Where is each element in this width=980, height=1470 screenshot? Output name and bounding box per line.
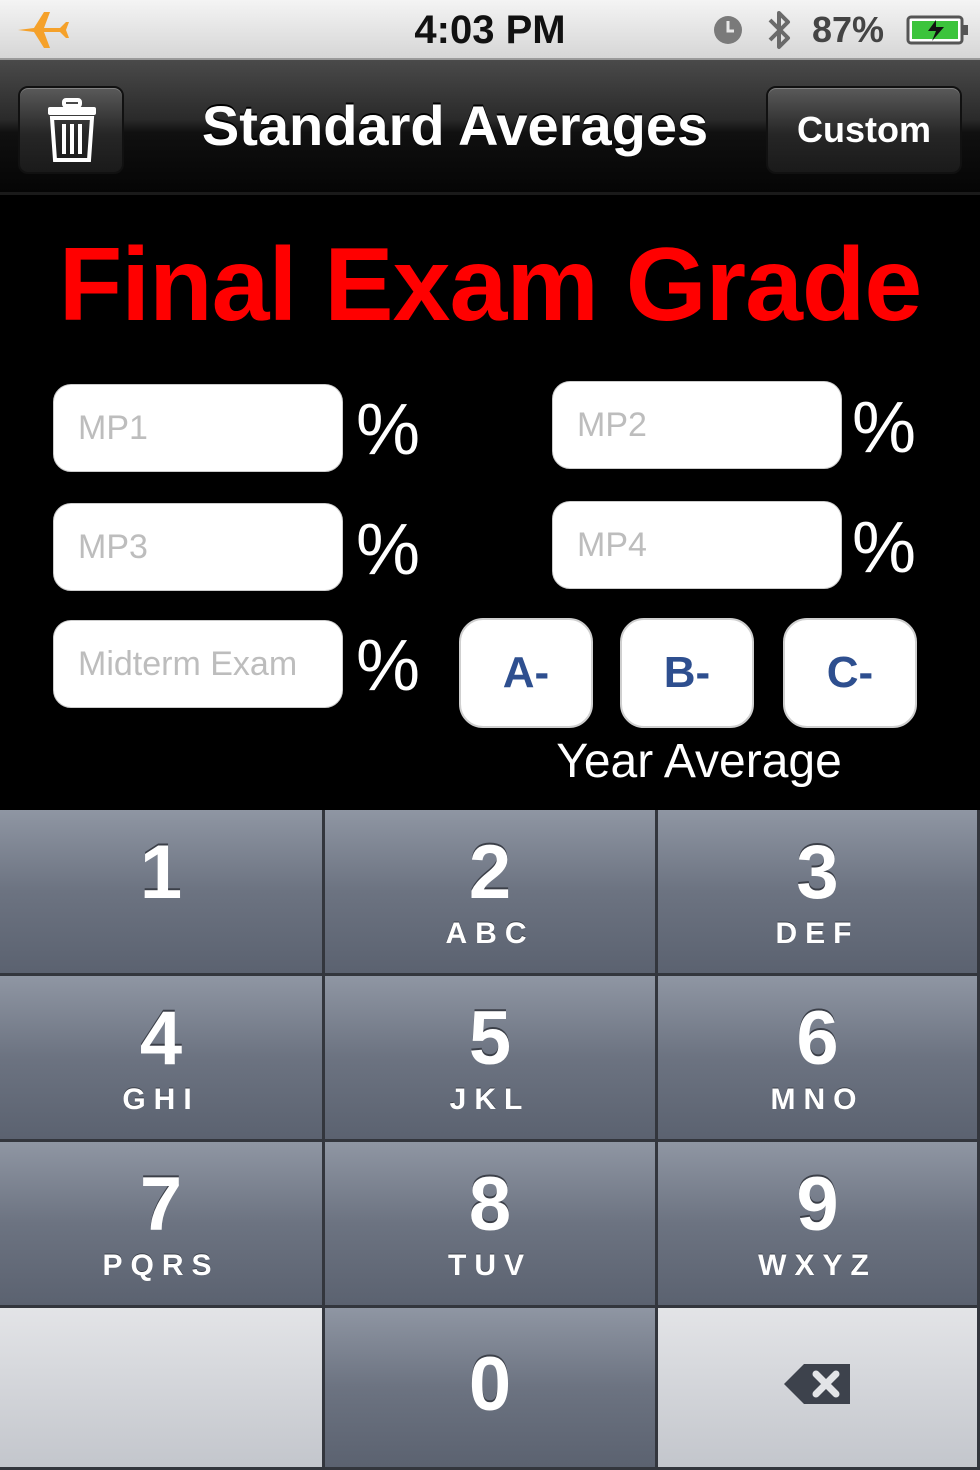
mp3-percent: % [356,510,421,590]
mp4-percent: % [852,508,917,588]
page-title: Final Exam Grade [58,227,923,343]
delete-key[interactable] [658,1308,980,1470]
trash-icon [48,98,96,162]
key-3-number: 3 [796,830,839,915]
battery-percent: 87% [812,9,885,50]
key-1[interactable]: 1 [0,810,325,976]
key-0[interactable]: 0 [325,1308,658,1470]
status-bar: 4:03 PM 87% [0,0,980,60]
key-2-number: 2 [468,830,512,915]
mp4-input[interactable] [552,501,842,589]
battery-icon [906,15,968,45]
midterm-percent: % [356,626,421,706]
key-8[interactable]: 8 TUV [325,1142,658,1308]
midterm-exam-input[interactable] [53,620,343,708]
key-8-number: 8 [468,1162,512,1247]
key-3-letters: DEF [775,917,860,950]
key-7[interactable]: 7 PQRS [0,1142,325,1308]
key-6-number: 6 [796,996,839,1081]
key-5[interactable]: 5 JKL [325,976,658,1142]
key-3[interactable]: 3 DEF [658,810,980,976]
trash-button[interactable] [18,86,124,174]
custom-button[interactable]: Custom [766,86,962,174]
key-9-number: 9 [796,1162,839,1247]
grade-a-minus-button[interactable]: A- [459,618,593,728]
bluetooth-icon [768,11,790,49]
clock-icon [714,16,742,44]
key-5-letters: JKL [449,1083,531,1116]
key-9[interactable]: 9 WXYZ [658,1142,980,1308]
backspace-icon [784,1364,850,1404]
mp2-percent: % [852,388,917,468]
key-blank [0,1308,325,1470]
key-4[interactable]: 4 GHI [0,976,325,1142]
key-2-letters: ABC [445,917,535,950]
key-0-number: 0 [468,1342,512,1427]
key-9-letters: WXYZ [758,1249,877,1282]
key-6-letters: MNO [770,1083,865,1116]
mp2-input[interactable] [552,381,842,469]
key-8-letters: TUV [448,1249,532,1282]
mp1-input[interactable] [53,384,343,472]
key-4-number: 4 [139,996,183,1081]
key-7-letters: PQRS [102,1249,220,1282]
nav-bar: Standard Averages Custom [0,60,980,195]
key-6[interactable]: 6 MNO [658,976,980,1142]
mp1-percent: % [356,390,421,470]
mp3-input[interactable] [53,503,343,591]
key-7-number: 7 [139,1162,183,1247]
key-2[interactable]: 2 ABC [325,810,658,976]
number-keypad: 1 2 ABC 3 DEF 4 GHI 5 JKL 6 MNO 7 PQRS 8… [0,810,980,1470]
key-5-number: 5 [468,996,512,1081]
grade-b-minus-button[interactable]: B- [620,618,754,728]
nav-title: Standard Averages [201,94,709,157]
key-1-number: 1 [139,830,183,915]
grade-c-minus-button[interactable]: C- [783,618,917,728]
key-4-letters: GHI [122,1083,200,1116]
year-average-label: Year Average [556,735,842,788]
